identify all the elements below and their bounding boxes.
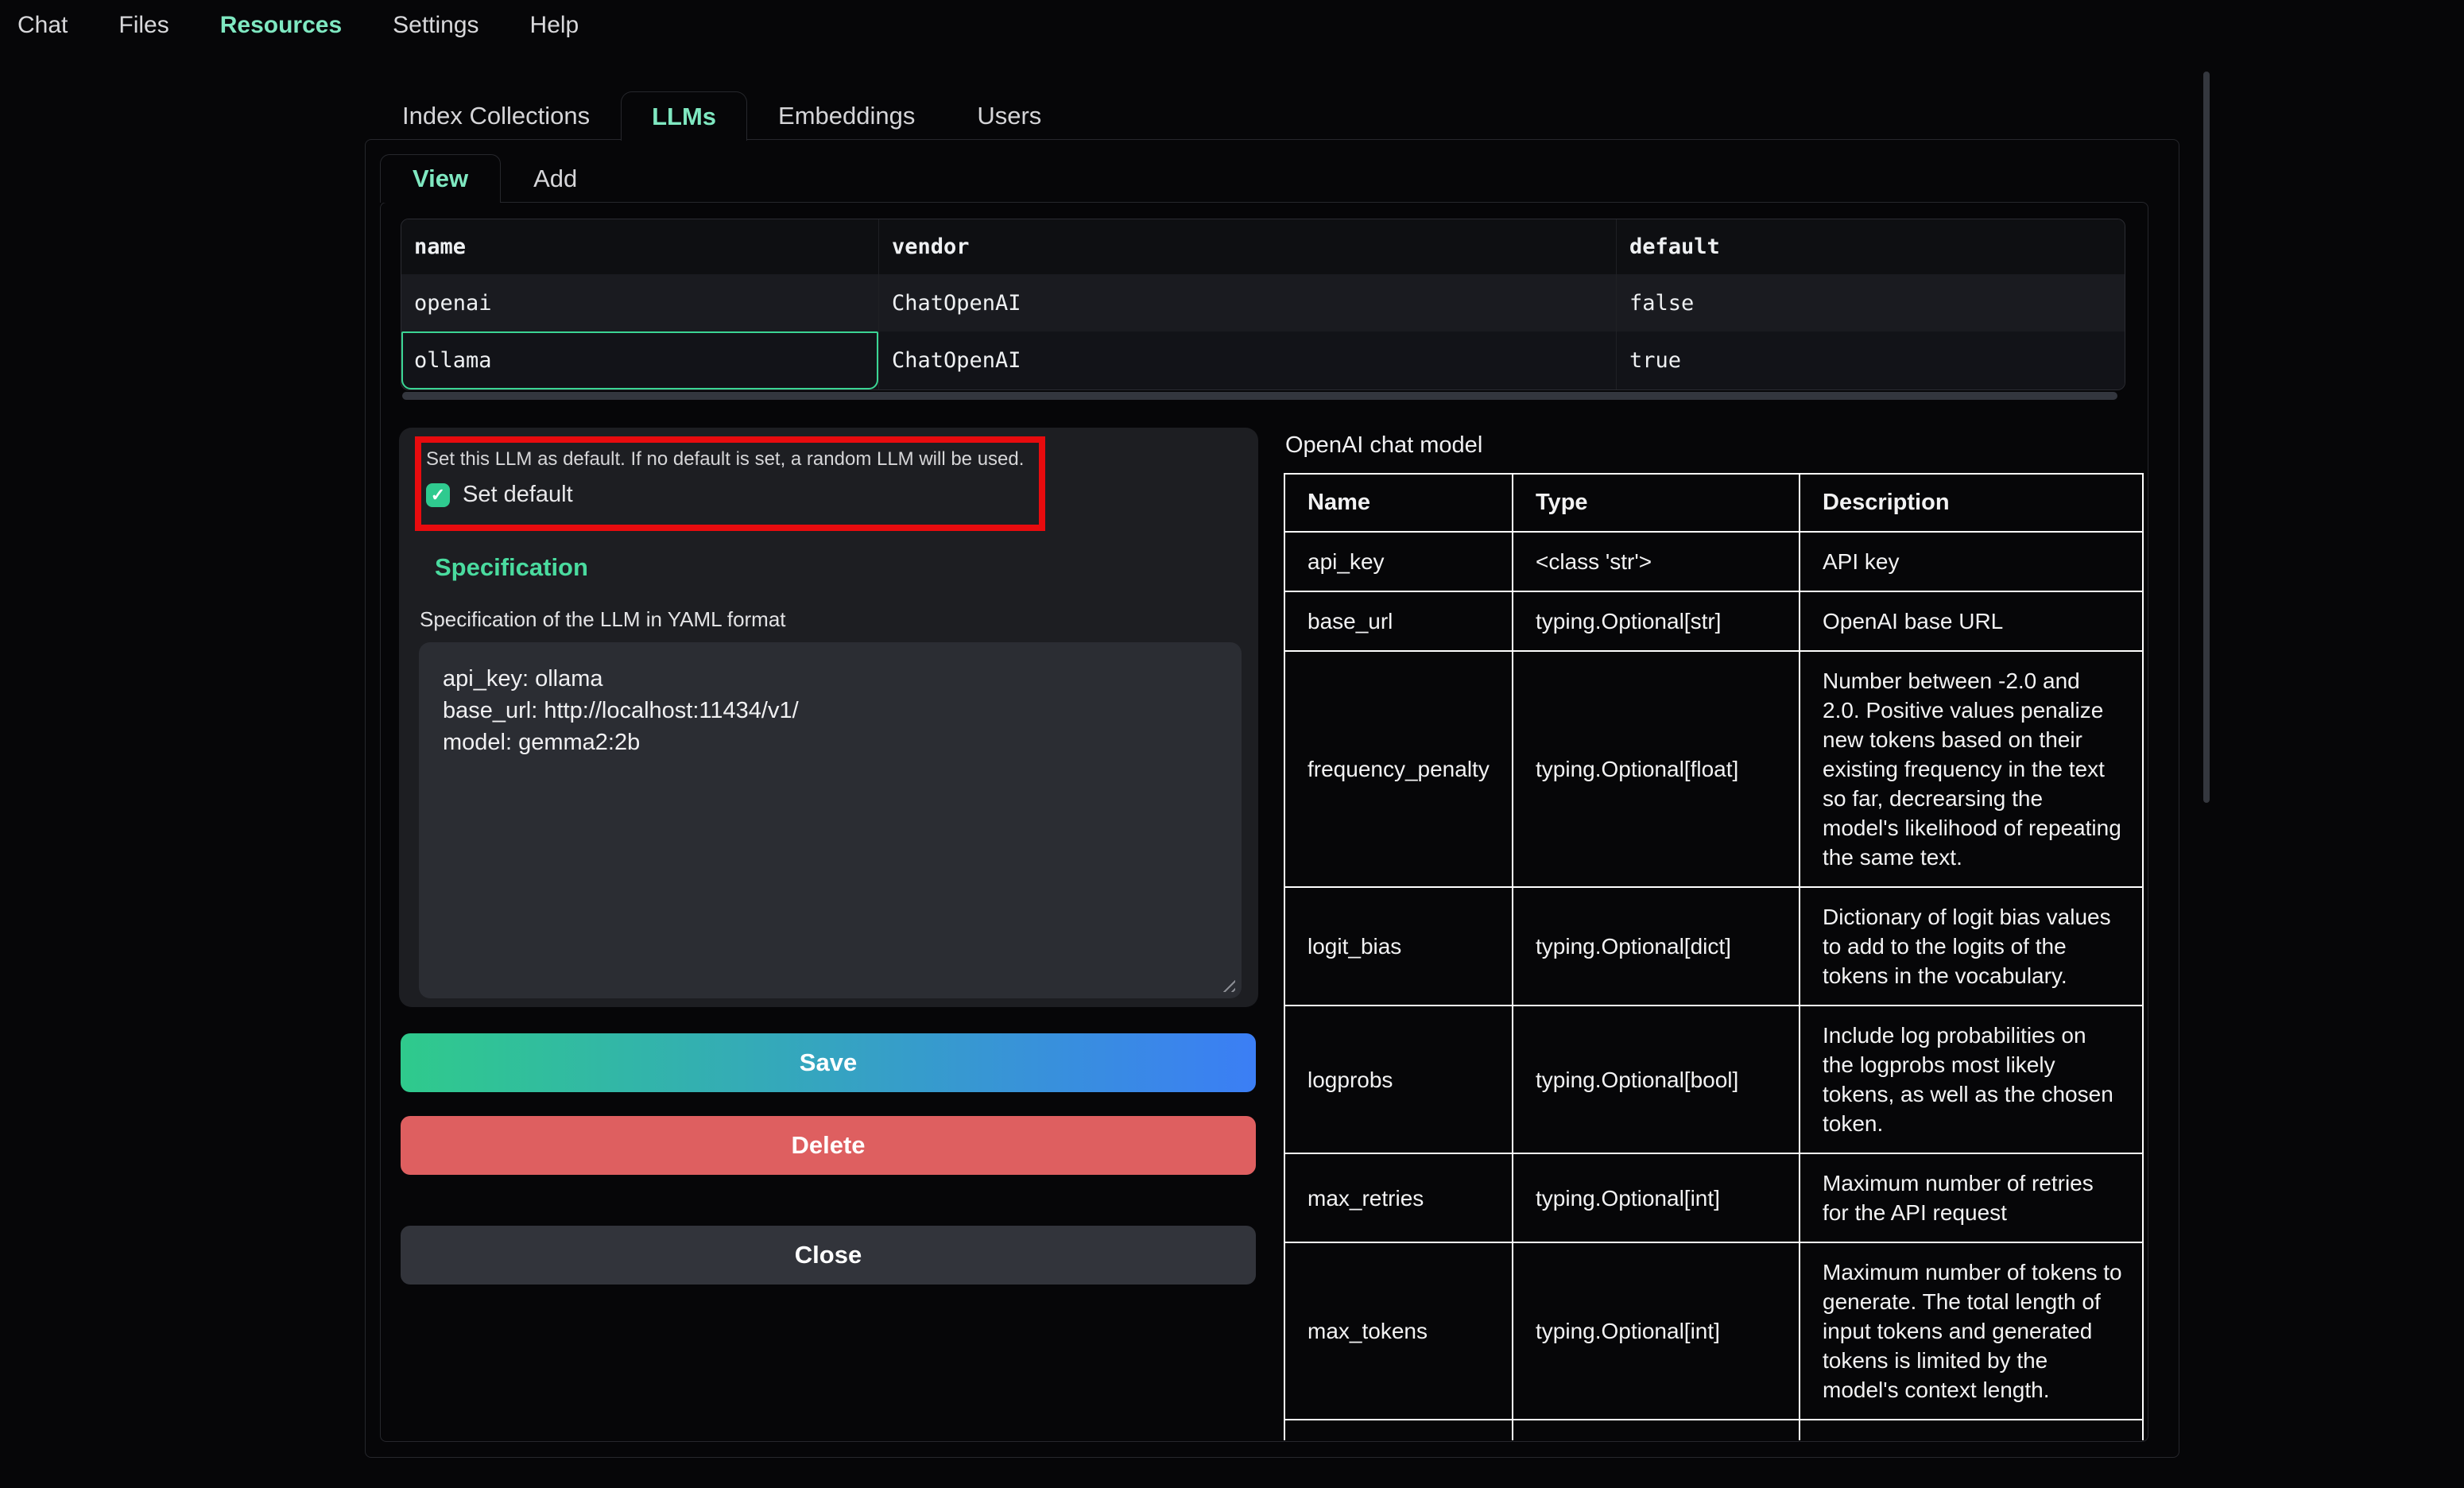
model-row-logit-bias: logit_biastyping.Optional[dict]Dictionar…	[1284, 887, 2143, 1006]
yaml-editor-content[interactable]: api_key: ollama base_url: http://localho…	[419, 642, 1242, 779]
model-row-max-retries: max_retriestyping.Optional[int]Maximum n…	[1284, 1153, 2143, 1242]
model-row-logprobs: logprobstyping.Optional[bool]Include log…	[1284, 1006, 2143, 1153]
subtab-view[interactable]: View	[380, 154, 501, 203]
nav-item-resources[interactable]: Resources	[220, 12, 342, 39]
resource-tabs: Index CollectionsLLMsEmbeddingsUsers	[371, 91, 1072, 141]
textarea-resize-grip[interactable]	[1222, 979, 1235, 992]
set-default-checkbox[interactable]: ✓	[426, 483, 450, 507]
llm-cell-ollama-default[interactable]: true	[1616, 331, 2125, 389]
model-cell-frequency-penalty-type: typing.Optional[float]	[1513, 651, 1800, 887]
tab-index-collections[interactable]: Index Collections	[371, 91, 621, 141]
tab-users[interactable]: Users	[946, 91, 1072, 141]
nav-item-chat[interactable]: Chat	[17, 12, 68, 39]
delete-button[interactable]: Delete	[401, 1116, 1256, 1175]
top-nav: Chat Files Resources Settings Help	[17, 0, 579, 51]
llm-cell-ollama-vendor[interactable]: ChatOpenAI	[878, 331, 1616, 389]
model-cell-logit-bias-type: typing.Optional[dict]	[1513, 887, 1800, 1006]
model-cell-clipped	[1513, 1420, 1800, 1440]
model-table-header-type: Type	[1513, 474, 1800, 532]
llm-detail-card: Set this LLM as default. If no default i…	[399, 428, 1258, 1007]
model-cell-api-key-name: api_key	[1284, 532, 1513, 591]
model-params-panel: NameTypeDescriptionapi_key<class 'str'>A…	[1284, 473, 2145, 1440]
model-cell-max-retries-type: typing.Optional[int]	[1513, 1153, 1800, 1242]
specification-heading: Specification	[435, 553, 588, 582]
llm-cell-openai-vendor[interactable]: ChatOpenAI	[878, 274, 1616, 331]
model-cell-logprobs-description: Include log probabilities on the logprob…	[1800, 1006, 2143, 1153]
model-cell-clipped	[1800, 1420, 2143, 1440]
llm-cell-openai-name[interactable]: openai	[401, 274, 878, 331]
checkmark-icon: ✓	[431, 486, 445, 504]
tab-llms[interactable]: LLMs	[621, 91, 747, 141]
model-cell-base-url-name: base_url	[1284, 591, 1513, 651]
horizontal-scrollbar[interactable]	[402, 392, 2117, 400]
model-row-base-url: base_urltyping.Optional[str]OpenAI base …	[1284, 591, 2143, 651]
model-cell-base-url-description: OpenAI base URL	[1800, 591, 2143, 651]
model-cell-logprobs-type: typing.Optional[bool]	[1513, 1006, 1800, 1153]
vertical-scrollbar[interactable]	[2203, 72, 2210, 803]
model-row-max-tokens: max_tokenstyping.Optional[int]Maximum nu…	[1284, 1242, 2143, 1420]
set-default-hint: Set this LLM as default. If no default i…	[426, 448, 1039, 471]
yaml-editor[interactable]: api_key: ollama base_url: http://localho…	[419, 642, 1242, 998]
model-cell-frequency-penalty-name: frequency_penalty	[1284, 651, 1513, 887]
model-cell-clipped	[1284, 1420, 1513, 1440]
llms-subtabs: ViewAdd	[380, 154, 610, 203]
model-table-header-row: NameTypeDescription	[1284, 474, 2143, 532]
model-row-frequency-penalty: frequency_penaltytyping.Optional[float]N…	[1284, 651, 2143, 887]
save-button[interactable]: Save	[401, 1033, 1256, 1092]
set-default-row[interactable]: ✓ Set default	[426, 482, 1039, 508]
model-table-header-name: Name	[1284, 474, 1513, 532]
nav-item-files[interactable]: Files	[118, 12, 169, 39]
model-cell-base-url-type: typing.Optional[str]	[1513, 591, 1800, 651]
llm-row-ollama[interactable]: ollamaChatOpenAItrue	[401, 331, 2125, 389]
model-cell-api-key-description: API key	[1800, 532, 2143, 591]
model-cell-max-tokens-description: Maximum number of tokens to generate. Th…	[1800, 1242, 2143, 1420]
annotation-red-box: Set this LLM as default. If no default i…	[415, 436, 1045, 531]
llm-row-openai[interactable]: openaiChatOpenAIfalse	[401, 274, 2125, 331]
llm-cell-ollama-name[interactable]: ollama	[401, 331, 878, 389]
nav-item-settings[interactable]: Settings	[393, 12, 478, 39]
model-cell-max-retries-description: Maximum number of retries for the API re…	[1800, 1153, 2143, 1242]
model-cell-api-key-type: <class 'str'>	[1513, 532, 1800, 591]
tab-embeddings[interactable]: Embeddings	[747, 91, 946, 141]
model-panel-title: OpenAI chat model	[1285, 432, 1482, 459]
model-params-table: NameTypeDescriptionapi_key<class 'str'>A…	[1284, 473, 2144, 1440]
specification-description: Specification of the LLM in YAML format	[420, 607, 786, 632]
model-cell-frequency-penalty-description: Number between -2.0 and 2.0. Positive va…	[1800, 651, 2143, 887]
set-default-label: Set default	[463, 482, 573, 508]
subtab-add[interactable]: Add	[501, 154, 610, 203]
model-cell-max-tokens-type: typing.Optional[int]	[1513, 1242, 1800, 1420]
llm-table-header-name: name	[401, 219, 878, 274]
llm-cell-openai-default[interactable]: false	[1616, 274, 2125, 331]
model-table-header-description: Description	[1800, 474, 2143, 532]
llm-table-header-row: namevendordefault	[401, 219, 2125, 274]
model-cell-logprobs-name: logprobs	[1284, 1006, 1513, 1153]
llm-table-header-default: default	[1616, 219, 2125, 274]
model-cell-logit-bias-name: logit_bias	[1284, 887, 1513, 1006]
nav-item-help[interactable]: Help	[530, 12, 579, 39]
llm-table: namevendordefaultopenaiChatOpenAIfalseol…	[401, 219, 2125, 390]
model-cell-max-retries-name: max_retries	[1284, 1153, 1513, 1242]
app-root: Chat Files Resources Settings Help Index Col…	[0, 0, 2464, 1488]
model-row-clipped	[1284, 1420, 2143, 1440]
close-button[interactable]: Close	[401, 1226, 1256, 1285]
llm-table-header-vendor: vendor	[878, 219, 1616, 274]
model-cell-max-tokens-name: max_tokens	[1284, 1242, 1513, 1420]
model-row-api-key: api_key<class 'str'>API key	[1284, 532, 2143, 591]
model-cell-logit-bias-description: Dictionary of logit bias values to add t…	[1800, 887, 2143, 1006]
